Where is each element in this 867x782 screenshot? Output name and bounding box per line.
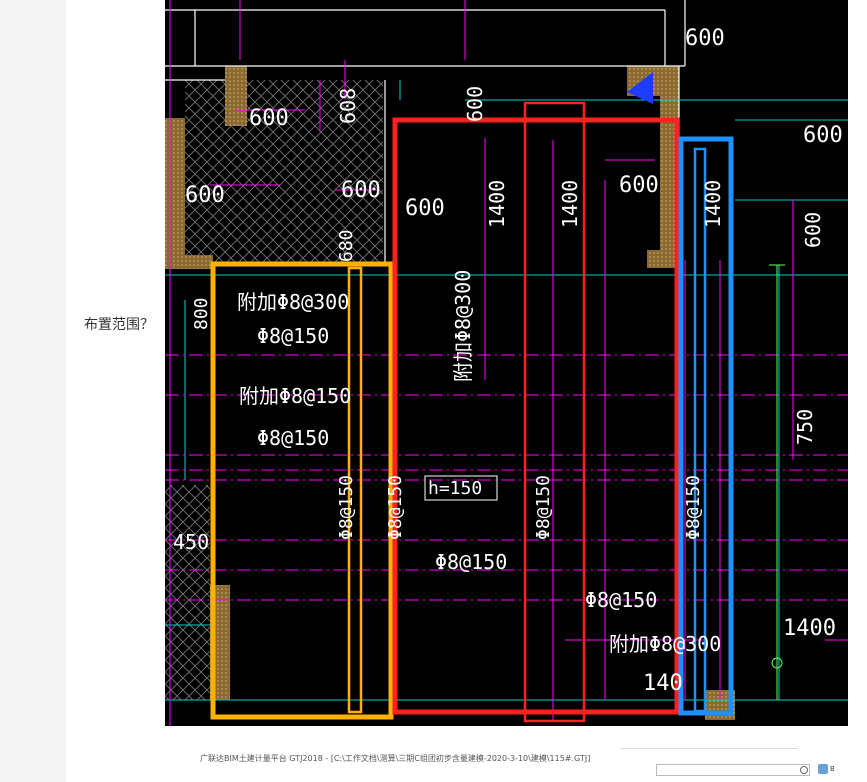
rebar-label-5: 附加Φ8@300 [451,269,475,382]
dim-600-right-vertical: 600 [801,211,825,248]
hatch-region-left [165,485,210,700]
dim-600-f: 600 [619,173,659,198]
user-label: B [830,765,835,773]
search-input[interactable] [656,764,810,776]
rebar-label-8: Φ8@150 [533,474,554,540]
dim-600-right: 600 [803,123,843,148]
dim-600-e: 600 [405,196,445,221]
rebar-label-7: Φ8@150 [385,474,406,540]
dim-1400-b: 1400 [558,179,582,228]
dim-450: 450 [173,530,210,554]
dim-1400-c: 1400 [701,179,725,228]
rebar-label-9: Φ8@150 [435,550,508,574]
rebar-label-3: 附加Φ8@150 [239,384,352,408]
dim-140: 140 [643,671,683,696]
dim-680: 680 [336,229,357,262]
left-gutter [0,0,66,782]
rebar-label-10: Φ8@150 [585,588,658,612]
rebar-label-1: 附加Φ8@300 [237,290,350,314]
dim-600-d: 600 [341,178,381,203]
dim-608: 608 [336,87,360,124]
cad-drawing-canvas[interactable]: 600 600 608 600 600 600 600 600 600 600 … [165,0,848,726]
search-icon[interactable] [800,766,808,774]
divider [620,748,798,749]
window-caption: 广联达BIM土建计量平台 GTJ2018 - [C:\工作文档\测算\三期C组团… [200,754,591,763]
rebar-label-4: Φ8@150 [257,426,330,450]
user-icon[interactable] [818,764,828,774]
dim-600-c: 600 [185,183,225,208]
dim-1400-a: 1400 [485,179,509,228]
dim-600-b: 600 [463,85,487,122]
dim-750: 750 [793,408,817,445]
dim-600-a: 600 [249,106,289,131]
rebar-label-11: 附加Φ8@300 [609,632,722,656]
dim-1400-d: 1400 [783,616,836,641]
dim-800: 800 [191,297,212,330]
rebar-label-12: Φ8@150 [683,474,704,540]
dim-600-top: 600 [685,26,725,51]
rebar-label-2: Φ8@150 [257,324,330,348]
question-text: 布置范围？ [84,317,154,333]
slab-height-label: h=150 [428,478,483,499]
blue-inner-strip [693,147,707,713]
rebar-label-6: Φ8@150 [336,474,357,540]
